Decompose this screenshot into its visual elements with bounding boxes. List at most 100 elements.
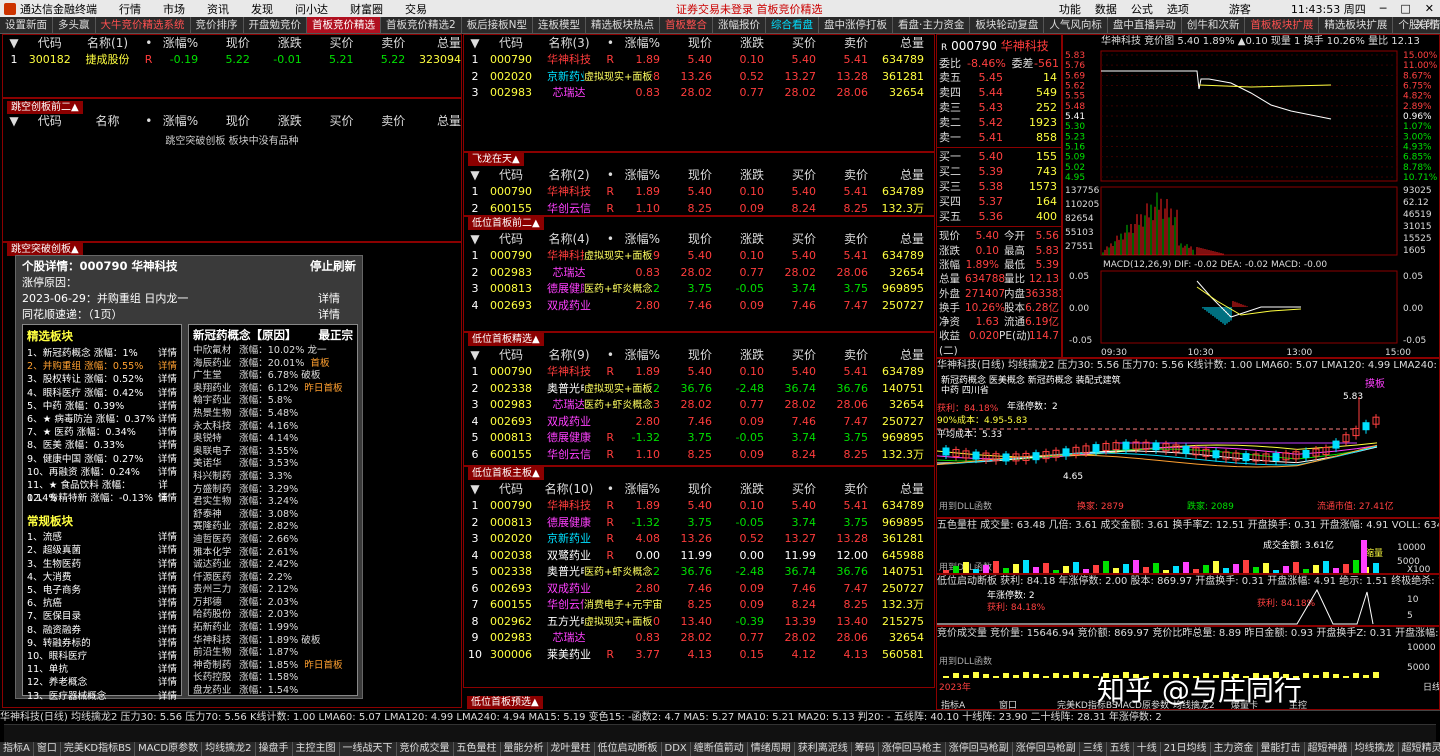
column-header[interactable]: ▼ [464,231,486,248]
column-header[interactable]: 卖价 [816,167,868,184]
layout-tab[interactable]: 首板竞价精选 [307,17,381,33]
sector-item[interactable]: 3、股权转让 涨幅：0.52% 详情 [23,373,181,386]
sector-item[interactable]: 3、生物医药 详情 [23,558,181,571]
menu-function[interactable]: 功能 [1059,1,1081,17]
indicator-tab[interactable]: 主力资金 [1211,742,1258,756]
concept-stock-row[interactable]: 奥翔药业 涨幅：6.12% 昨日首板 [189,383,357,396]
column-header[interactable]: 买价 [764,167,816,184]
column-header[interactable]: ▼ [464,347,486,364]
column-header[interactable]: 买价 [764,481,816,498]
close-button[interactable]: ✕ [1425,2,1434,15]
concept-stock-row[interactable]: 海辰药业 涨幅：20.01% 首板 [189,358,357,371]
column-header[interactable]: 涨跌 [712,347,764,364]
column-header[interactable]: 涨跌 [712,167,764,184]
column-header[interactable]: 名称(10) [536,481,602,498]
table-row[interactable]: 4 002693 双成药业 2.80 7.46 0.09 7.46 7.47 250727 [464,414,934,431]
column-header[interactable]: 名称(4) [536,231,602,248]
menu-item[interactable]: 发现 [251,1,273,17]
concept-stock-row[interactable]: 仟源医药 涨幅：2.2% [189,572,357,585]
layout-tab[interactable]: 板后接板N型 [462,17,534,33]
minimize-button[interactable]: ─ [1380,2,1387,15]
indicator-tab[interactable]: 竞价成交量 [397,742,454,756]
sector-item[interactable]: 2、并购重组 涨幅：0.55% 详情 [23,360,181,373]
sector-item[interactable]: 8、医美 涨幅：0.33% 详情 [23,439,181,452]
concept-stock-row[interactable]: 拓新药业 涨幅：1.99% [189,622,357,635]
layout-tab[interactable]: 创牛和次新 [1182,17,1246,33]
table-row[interactable]: 1000790华神科技R1.895.400.105.405.41634789 [464,52,934,69]
concept-stock-row[interactable]: 美诺华 涨幅：3.53% [189,458,357,471]
sector-detail-link[interactable]: 详情 [158,558,177,571]
column-header[interactable]: 现价 [660,481,712,498]
column-header[interactable]: 名称(3) [536,35,602,52]
indicator-tab[interactable]: 三线 [1080,742,1107,756]
column-header[interactable]: 卖价 [816,35,868,52]
table-row[interactable]: 1000790华神科技R1.895.400.105.405.41634789 [464,364,934,381]
sector-item[interactable]: 1、新冠药概念 涨幅：1% 详情 [23,347,181,360]
indicator-tab[interactable]: 21日均线 [1161,742,1211,756]
table-row[interactable]: 5002338奥普光电R-6.3236.76-2.4836.7436.76140… [464,564,934,581]
sector-detail-link[interactable]: 详情 [158,453,177,466]
sector-detail-link[interactable]: 详情 [158,650,177,663]
concept-stock-row[interactable]: 广生堂 涨幅：6.78% 破板 [189,370,357,383]
table-row[interactable]: 2 000813 德展健康 R -1.32 3.75 -0.05 3.74 3.75 969895 [464,515,934,532]
detail-link[interactable]: 详情 [318,290,340,306]
sector-item[interactable]: 1、流感 详情 [23,531,181,544]
sector-detail-link[interactable]: 详情 [158,387,177,400]
sector-item[interactable]: 6、★ 病毒防治 涨幅：0.37% 详情 [23,413,181,426]
column-header[interactable]: 涨跌 [250,113,302,130]
column-header[interactable]: 涨幅% [152,35,198,52]
table-row[interactable]: 1 300182 捷成股份 R -0.19 5.22 -0.01 5.21 5.22 323094 [3,52,461,69]
column-header[interactable]: ▼ [464,167,486,184]
layout-tab[interactable]: 连板模型 [533,17,587,33]
concept-stock-row[interactable]: 中欣氟材 涨幅：10.02% 龙一 [189,345,357,358]
column-header[interactable]: 代码 [486,481,536,498]
layout-tab[interactable]: 看盘·主力资金 [893,17,971,33]
concept-stock-row[interactable]: 盘龙药业 涨幅：1.54% [189,685,357,695]
indicator-tab[interactable]: 指标A [0,742,34,756]
indicator-tab[interactable]: 涨停回马枪副 [1013,742,1080,756]
sector-detail-link[interactable]: 详情 [158,663,177,676]
table-row[interactable]: 2002338奥普光电R-6.3236.76-2.4836.7436.76140… [464,381,934,398]
layout-tab[interactable]: 首板竞价精选2 [381,17,462,33]
bottom-chart-strip[interactable] [4,724,1436,742]
column-header[interactable]: 涨跌 [712,231,764,248]
sector-detail-link[interactable]: 详情 [158,360,177,373]
column-header[interactable]: 涨幅% [152,113,198,130]
stop-refresh-button[interactable]: 停止刷新 [310,258,356,274]
sector-item[interactable]: 8、融资融券 详情 [23,624,181,637]
concept-stock-row[interactable]: 热景生物 涨幅：5.48% [189,408,357,421]
sector-item[interactable]: 10、再融资 涨幅：0.24% 详情 [23,466,181,479]
column-header[interactable]: 代码 [486,231,536,248]
sell-level-row[interactable]: 卖三 5.43 252 [937,101,1061,116]
indicator-tab[interactable]: 缠断值箭动 [691,742,748,756]
table-row[interactable]: 1000790华神科技R1.895.400.105.405.41634789 [464,248,934,265]
intraday-chart[interactable]: 5.83 15.00% 5.76 11.00% 5.69 8.67% 5.62 6.75% 5.… [1063,49,1439,357]
column-header[interactable]: 现价 [198,113,250,130]
table-row[interactable]: 3 002983 芯瑞达 0.83 28.02 0.77 28.02 28.06 32654 [464,85,934,102]
menu-data[interactable]: 数据 [1095,1,1117,17]
sector-item[interactable]: 2、超级真菌 详情 [23,544,181,557]
table-row[interactable]: 3000813德展健康R-1.323.75-0.053.743.75969895 [464,281,934,298]
column-header[interactable]: 买价 [302,113,353,130]
menu-item[interactable]: 行情 [119,1,141,17]
layout-tab[interactable]: 板块轮动复盘 [970,17,1045,33]
column-header[interactable]: 现价 [660,167,712,184]
table-row[interactable]: 1000790华神科技R1.895.400.105.405.41634789 [464,184,934,201]
column-header[interactable]: • [140,113,152,130]
table-row[interactable]: 2 600155 华创云信 R 1.10 8.25 0.09 8.24 8.25 132.3万 [464,201,934,216]
layout-tab[interactable]: 综合看盘 [766,17,820,33]
concept-stock-row[interactable]: 永太科技 涨幅：4.16% [189,421,357,434]
volume-chart[interactable]: 成交金额: 3.61亿100005000用到DLL函数X100缩量 [937,532,1439,574]
sector-item[interactable]: 9、健康中国 涨幅：0.27% 详情 [23,453,181,466]
menu-item[interactable]: 问小达 [295,1,328,17]
column-header[interactable]: • [602,35,614,52]
sector-item[interactable]: 5、中药 涨幅：0.39% 详情 [23,400,181,413]
indicator-tab[interactable]: 均线擒龙2 [202,742,256,756]
sector-detail-link[interactable]: 详情 [158,400,177,413]
concept-stock-row[interactable]: 诚达药业 涨幅：2.42% [189,559,357,572]
table-row[interactable]: 7600155华创云信R1.108.250.098.248.25132.3万 [464,597,934,614]
sector-detail-link[interactable]: 详情 [158,413,177,426]
table-row[interactable]: 9 002983 芯瑞达 0.83 28.02 0.77 28.02 28.06 32654 [464,630,934,647]
table-row[interactable]: 2002020京新药业R4.0813.260.5213.2713.2836128… [464,69,934,86]
sector-item[interactable]: 5、电子商务 详情 [23,584,181,597]
